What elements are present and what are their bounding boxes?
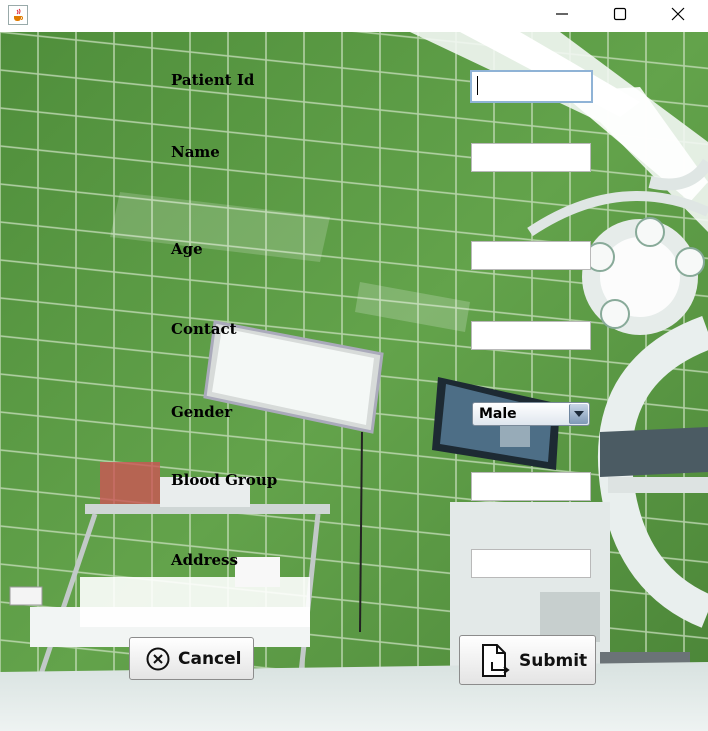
address-label: Address xyxy=(171,551,238,569)
operating-room-background xyxy=(0,32,708,731)
submit-button-label: Submit xyxy=(519,651,588,671)
name-input[interactable] xyxy=(471,143,591,172)
blood-group-input[interactable] xyxy=(471,472,591,501)
minimize-icon xyxy=(556,13,568,15)
gender-selected-value: Male xyxy=(479,406,517,422)
document-arrow-icon xyxy=(482,644,510,677)
title-bar xyxy=(0,0,708,32)
address-input[interactable] xyxy=(471,549,591,578)
submit-button[interactable]: Submit xyxy=(459,635,596,685)
cancel-circle-icon xyxy=(146,647,170,671)
text-caret xyxy=(477,76,478,95)
maximize-button[interactable] xyxy=(592,0,650,30)
cancel-button[interactable]: Cancel xyxy=(129,637,254,680)
age-input[interactable] xyxy=(471,241,591,270)
gender-label: Gender xyxy=(171,403,233,421)
name-label: Name xyxy=(171,143,220,161)
gender-select[interactable]: Male xyxy=(472,402,590,426)
patient-id-label: Patient Id xyxy=(171,71,255,89)
dropdown-arrow-button[interactable] xyxy=(569,404,588,424)
age-label: Age xyxy=(171,240,203,258)
maximize-icon xyxy=(613,7,627,21)
minimize-button[interactable] xyxy=(534,0,592,30)
contact-input[interactable] xyxy=(471,321,591,350)
blood-group-label: Blood Group xyxy=(171,471,278,489)
java-cup-icon xyxy=(8,5,28,25)
cancel-button-label: Cancel xyxy=(178,649,242,669)
chevron-down-icon xyxy=(574,411,584,417)
close-button[interactable] xyxy=(650,0,708,30)
contact-label: Contact xyxy=(171,320,237,338)
patient-id-input[interactable] xyxy=(470,70,593,103)
close-icon xyxy=(671,7,685,21)
